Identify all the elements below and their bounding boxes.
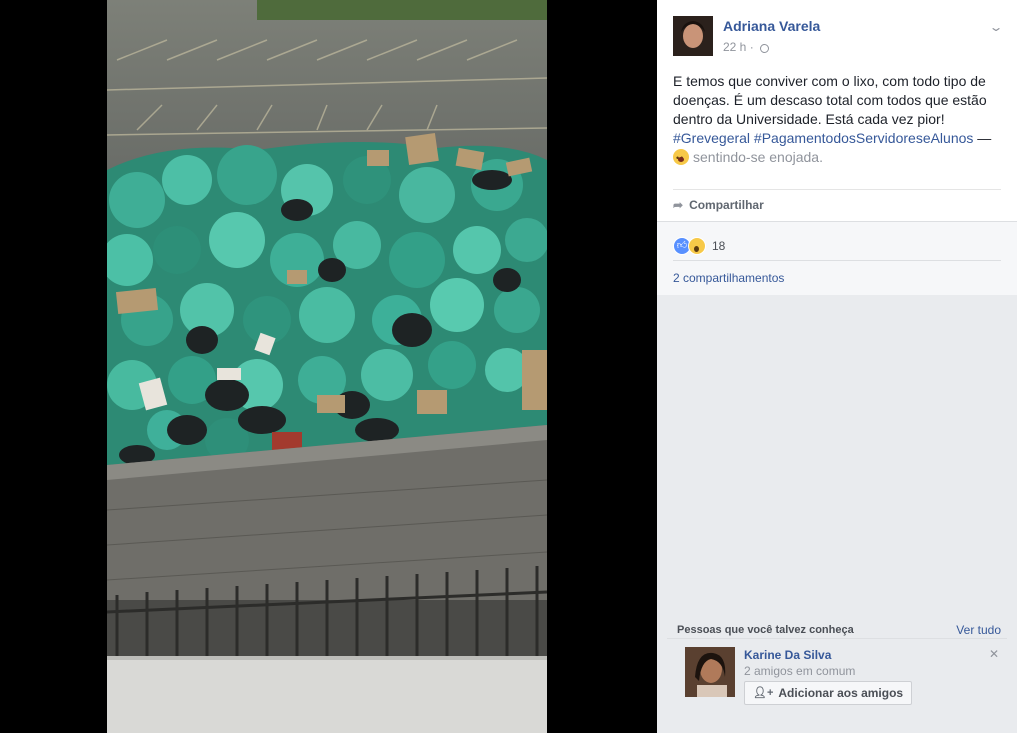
- globe-icon: [760, 44, 770, 53]
- reaction-summary[interactable]: 👍︎ 18: [673, 232, 1001, 260]
- post-body: E temos que conviver com o lixo, com tod…: [673, 72, 1001, 168]
- post-photo[interactable]: [107, 0, 547, 733]
- post-text: E temos que conviver com o lixo, com tod…: [673, 73, 987, 127]
- add-friend-icon: 👤︎+: [753, 687, 774, 699]
- shares-count[interactable]: 2 compartilhamentos: [673, 260, 1001, 295]
- disgusted-emoji-icon: [673, 149, 689, 168]
- people-you-may-know: Pessoas que você talvez conheça Ver tudo…: [667, 618, 1007, 709]
- post-meta: 22 h ·: [723, 40, 770, 54]
- friend-suggestion: Karine Da Silva 2 amigos em comum ✕ 👤︎+ A…: [667, 639, 1007, 709]
- post-hashtags[interactable]: #Grevegeral #PagamentodosServidoreseAlun…: [673, 130, 973, 146]
- see-all-link[interactable]: Ver tudo: [956, 623, 1001, 637]
- suggestion-name[interactable]: Karine Da Silva: [744, 648, 831, 662]
- share-button[interactable]: ➦ Compartilhar: [673, 198, 764, 212]
- add-friend-button[interactable]: 👤︎+ Adicionar aos amigos: [744, 681, 913, 705]
- photo-viewer[interactable]: [0, 0, 657, 733]
- close-icon[interactable]: ✕: [989, 647, 999, 661]
- suggestion-avatar-image: [685, 647, 735, 697]
- people-header: Pessoas que você talvez conheça Ver tudo: [667, 618, 1007, 639]
- post-dash: —: [973, 130, 992, 146]
- garbage-photo: [107, 0, 547, 733]
- post-header: Adriana Varela 22 h · ⌄: [673, 14, 1004, 56]
- people-title: Pessoas que você talvez conheça: [677, 624, 854, 636]
- author-avatar[interactable]: [673, 16, 713, 56]
- mutual-friends[interactable]: 2 amigos em comum: [744, 664, 855, 678]
- post-time[interactable]: 22 h: [723, 40, 746, 54]
- reaction-count: 18: [712, 239, 726, 253]
- reactions-section: 👍︎ 18 2 compartilhamentos: [657, 221, 1017, 295]
- wow-reaction-icon: [688, 237, 706, 255]
- shares-label: 2 compartilhamentos: [673, 271, 785, 285]
- share-label: Compartilhar: [689, 198, 764, 212]
- suggestion-avatar[interactable]: [685, 647, 735, 697]
- add-friend-label: Adicionar aos amigos: [778, 686, 904, 700]
- author-name[interactable]: Adriana Varela: [723, 18, 820, 34]
- author-avatar-image: [673, 16, 713, 56]
- chevron-down-icon[interactable]: ⌄: [988, 20, 1003, 34]
- post-actions: ➦ Compartilhar: [673, 189, 1001, 221]
- post-card: Adriana Varela 22 h · ⌄ E temos que conv…: [657, 0, 1017, 221]
- post-sidebar: Adriana Varela 22 h · ⌄ E temos que conv…: [657, 0, 1017, 733]
- post-feeling: sentindo-se enojada.: [693, 149, 823, 165]
- share-icon: ➦: [673, 198, 684, 212]
